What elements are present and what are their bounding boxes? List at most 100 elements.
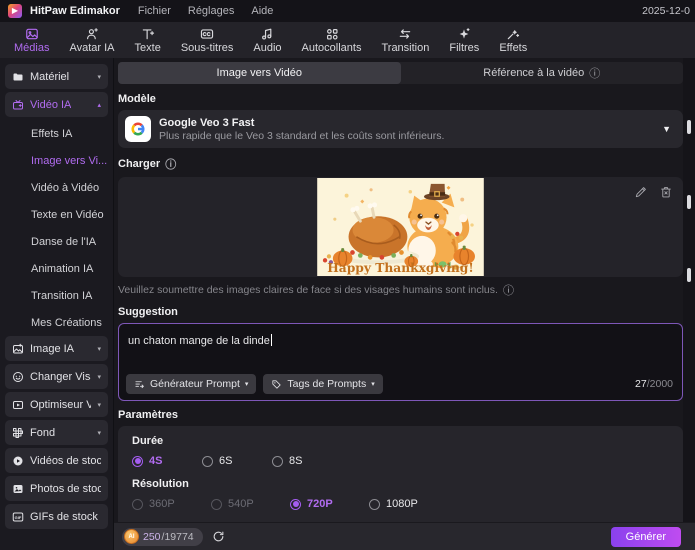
scrollbar-mark[interactable] <box>687 268 691 282</box>
upload-hint: Veuillez soumettre des images claires de… <box>118 284 514 297</box>
mode-tabs: Image vers Vidéo Référence à la vidéo ⓘ <box>118 62 683 84</box>
tab-audio[interactable]: Audio <box>243 22 291 58</box>
radio-icon <box>369 498 380 510</box>
sidebar-item-changer-visage[interactable]: Changer Visa... ▾ <box>5 364 108 389</box>
credits-used: 250 <box>143 530 161 543</box>
radio-resolution-540p[interactable]: 540P <box>211 498 290 510</box>
music-note-icon <box>262 28 272 39</box>
tab-effets[interactable]: Effets <box>489 22 537 58</box>
main-panel: Image vers Vidéo Référence à la vidéo ⓘ … <box>114 58 695 550</box>
stickers-icon <box>326 28 338 40</box>
radio-resolution-720p[interactable]: 720P <box>290 498 369 510</box>
radio-resolution-1080p[interactable]: 1080P <box>369 498 448 510</box>
tab-sous-titres[interactable]: Sous-titres <box>171 22 244 58</box>
chevron-down-icon: ▾ <box>97 373 101 381</box>
info-icon: ⓘ <box>589 68 601 80</box>
prompt-text: un chaton mange de la dinde <box>128 335 270 347</box>
resolution-label: Résolution <box>132 478 189 490</box>
prompt-textarea[interactable]: un chaton mange de la dinde Générateur P… <box>118 323 683 401</box>
tab-texte[interactable]: Texte <box>125 22 171 58</box>
tab-avatar-ia[interactable]: Avatar IA <box>59 22 124 58</box>
sidebar-item-image-vers-video[interactable]: Image vers Vi... <box>5 147 108 174</box>
prompt-tags-button[interactable]: Tags de Prompts ▾ <box>263 374 383 394</box>
chevron-down-icon: ▾ <box>244 381 249 388</box>
tag-icon <box>272 379 281 389</box>
resolution-options: 360P 540P 720P 1080P <box>132 498 669 510</box>
sidebar-item-effets-ia[interactable]: Effets IA <box>5 120 108 147</box>
scrollbar-mark[interactable] <box>687 120 691 134</box>
sidebar-item-mes-creations[interactable]: Mes Créations <box>5 309 108 336</box>
tab-autocollants[interactable]: Autocollants <box>292 22 372 58</box>
sidebar-item-danse-ia[interactable]: Danse de l'IA <box>5 228 108 255</box>
refresh-icon[interactable] <box>212 530 225 543</box>
sidebar: Matériel ▾ Vidéo IA ▴ Effets IA Image ve… <box>0 58 114 550</box>
chevron-down-icon: ▾ <box>97 345 101 353</box>
radio-duration-8s[interactable]: 8S <box>272 455 342 467</box>
info-icon: ⓘ <box>165 159 177 171</box>
upload-area[interactable]: Happy Thankxgiving! <box>118 177 683 277</box>
suggestion-label: Suggestion <box>118 306 178 318</box>
sidebar-item-transition-ia[interactable]: Transition IA <box>5 282 108 309</box>
model-label: Modèle <box>118 93 156 105</box>
radio-duration-4s[interactable]: 4S <box>132 455 202 467</box>
menu-fichier[interactable]: Fichier <box>138 5 171 17</box>
chevron-down-icon: ▾ <box>97 401 101 409</box>
menu-reglages[interactable]: Réglages <box>188 5 234 17</box>
sidebar-item-image-ia[interactable]: Image IA ▾ <box>5 336 108 361</box>
sidebar-item-animation-ia[interactable]: Animation IA <box>5 255 108 282</box>
face-icon <box>13 371 23 382</box>
parameters-panel: Durée 4S 6S 8S Résolution 360P 540P 720P… <box>118 426 683 530</box>
video-ia-icon <box>13 99 23 109</box>
chevron-down-icon: ▾ <box>371 381 375 388</box>
play-circle-icon <box>13 456 23 465</box>
app-window: ▶ HitPaw Edimakor Fichier Réglages Aide … <box>0 0 695 550</box>
radio-resolution-360p[interactable]: 360P <box>132 498 211 510</box>
duration-options: 4S 6S 8S <box>132 455 669 467</box>
upload-label: Charger ⓘ <box>118 158 177 171</box>
transition-arrows-icon <box>400 28 411 39</box>
edit-pencil-icon[interactable] <box>634 185 648 199</box>
date-label: 2025-12-0 <box>642 5 690 17</box>
sidebar-item-video-a-video[interactable]: Vidéo à Vidéo <box>5 174 108 201</box>
media-icon <box>25 28 38 39</box>
radio-duration-6s[interactable]: 6S <box>202 455 272 467</box>
radio-icon <box>211 498 222 510</box>
sidebar-item-materiel[interactable]: Matériel ▾ <box>5 64 108 89</box>
gif-icon: GIF <box>12 512 24 521</box>
info-icon: ⓘ <box>502 285 514 297</box>
menubar: Fichier Réglages Aide <box>138 5 274 17</box>
generate-button[interactable]: Générer <box>610 526 681 547</box>
prompt-generator-button[interactable]: Générateur Prompt ▾ <box>126 374 257 394</box>
chevron-down-icon[interactable]: ▼ <box>662 124 671 134</box>
sidebar-item-texte-en-video[interactable]: Texte en Vidéo <box>5 201 108 228</box>
duration-label: Durée <box>132 435 164 447</box>
app-logo-icon: ▶ <box>8 4 22 18</box>
tab-medias[interactable]: Médias <box>4 22 59 58</box>
sidebar-item-optimiseur[interactable]: Optimiseur Vi... ▾ <box>5 392 108 417</box>
radio-icon <box>132 455 143 467</box>
sidebar-item-photos-stock[interactable]: Photos de stock <box>5 476 108 501</box>
scrollbar-mark[interactable] <box>687 195 691 209</box>
tab-reference-video[interactable]: Référence à la vidéo ⓘ <box>401 62 684 84</box>
chevron-down-icon: ▾ <box>97 429 101 437</box>
model-selector[interactable]: Google Veo 3 Fast Plus rapide que le Veo… <box>118 110 683 148</box>
delete-trash-icon[interactable] <box>659 185 673 199</box>
tab-image-vers-video[interactable]: Image vers Vidéo <box>118 62 401 84</box>
credits-pill[interactable]: AI 250/19774 <box>122 527 203 546</box>
sidebar-item-videos-stock[interactable]: Vidéos de stock <box>5 448 108 473</box>
toolbar: Médias Avatar IA Texte Sous-titres Audio… <box>0 22 695 58</box>
sidebar-item-gifs-stock[interactable]: GIF GIFs de stock <box>5 504 108 529</box>
sidebar-item-fond[interactable]: Fond ▾ <box>5 420 108 445</box>
uploaded-image: Happy Thankxgiving! <box>317 178 484 276</box>
tab-transition[interactable]: Transition <box>371 22 439 58</box>
prompt-toolbar: Générateur Prompt ▾ Tags de Prompts ▾ 27… <box>126 374 673 394</box>
credits-total: /19774 <box>161 530 194 543</box>
image-caption: Happy Thankxgiving! <box>327 260 474 275</box>
checkerboard-icon <box>13 427 23 438</box>
tab-filtres[interactable]: Filtres <box>439 22 489 58</box>
magic-wand-icon <box>508 29 520 39</box>
menu-aide[interactable]: Aide <box>251 5 273 17</box>
radio-icon <box>132 498 143 510</box>
sidebar-item-video-ia[interactable]: Vidéo IA ▴ <box>5 92 108 117</box>
video-enhance-icon <box>13 400 23 409</box>
